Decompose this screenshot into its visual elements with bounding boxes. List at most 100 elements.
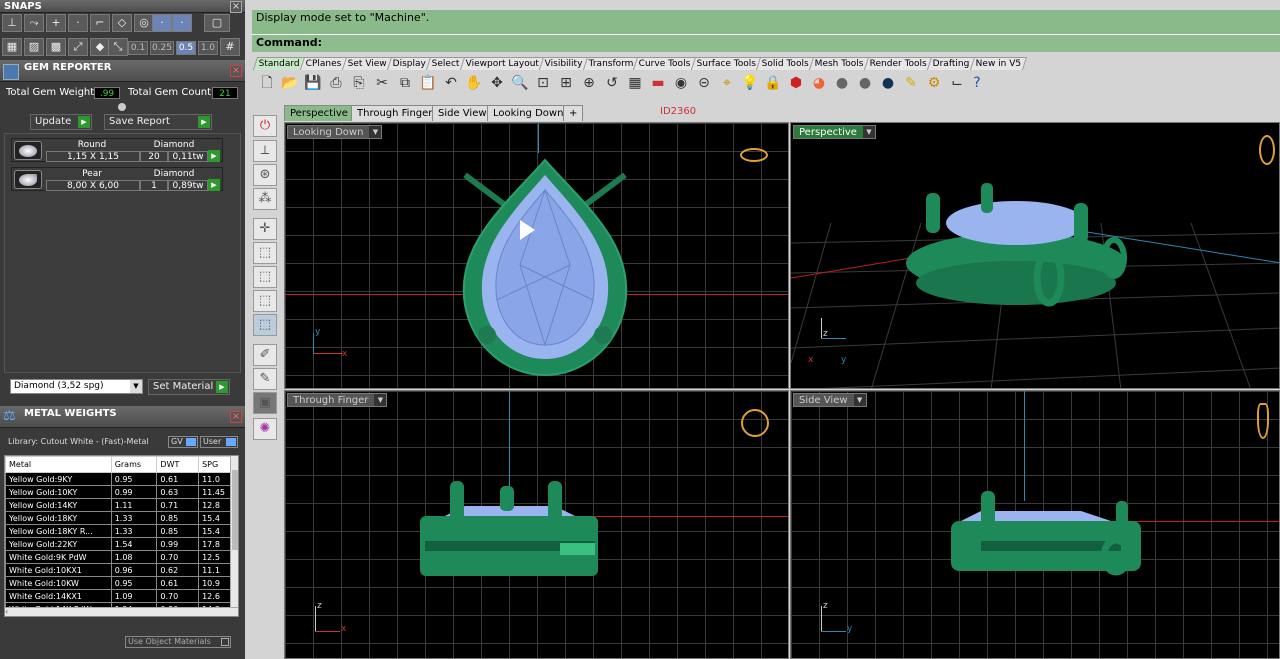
save-report-button[interactable]: Save Report ▶ bbox=[104, 114, 212, 130]
gear-tool-icon[interactable]: ✺ bbox=[253, 418, 277, 440]
cut-icon[interactable]: ✂ bbox=[372, 72, 392, 94]
snap-int-icon[interactable]: ◇ bbox=[112, 14, 132, 32]
toolbar-tab[interactable]: Curve Tools bbox=[633, 57, 698, 70]
snap-quad-icon[interactable]: · bbox=[172, 14, 192, 32]
viewport-through-finger[interactable]: z x Through Finger ▼ bbox=[284, 390, 789, 659]
material-icon[interactable]: ⬢ bbox=[786, 72, 806, 94]
column-header[interactable]: DWT bbox=[156, 456, 200, 473]
table-row[interactable]: White Gold:10KX1 0.96 0.62 11.1 bbox=[5, 563, 233, 577]
toolbar-tab[interactable]: Drafting bbox=[926, 57, 976, 70]
column-header[interactable]: SPG bbox=[198, 456, 233, 473]
toolbar-tab[interactable]: Viewport Layout bbox=[459, 57, 545, 70]
snap-point-icon[interactable]: + bbox=[46, 14, 66, 32]
grid-snap-icon[interactable]: ▩ bbox=[46, 38, 66, 56]
import-icon[interactable]: ⎘ bbox=[349, 72, 369, 94]
splitter-handle-icon[interactable] bbox=[118, 103, 126, 111]
paint-icon[interactable]: ✎ bbox=[253, 368, 277, 390]
snap-value-0.25[interactable]: 0.25 bbox=[150, 41, 174, 55]
light-tool-icon[interactable]: ✎ bbox=[901, 72, 921, 94]
toolbar-tab[interactable]: Set View bbox=[341, 57, 393, 70]
paste-icon[interactable]: 📋 bbox=[418, 72, 438, 94]
snap-value-1.0[interactable]: 1.0 bbox=[198, 41, 218, 55]
shaded-sphere-icon[interactable]: ● bbox=[855, 72, 875, 94]
rotate-view-icon[interactable]: ✥ bbox=[487, 72, 507, 94]
command-prompt[interactable]: Command: bbox=[252, 34, 1280, 52]
table-row[interactable]: White Gold:14KX1 1.09 0.70 12.6 bbox=[5, 589, 233, 603]
user-toggle[interactable]: User bbox=[200, 436, 238, 448]
table-vertical-scrollbar[interactable] bbox=[230, 456, 238, 616]
viewport-label-perspective[interactable]: Perspective ▼ bbox=[793, 125, 876, 139]
viewport-label-side-view[interactable]: Side View ▼ bbox=[793, 393, 867, 407]
viewport-tab[interactable]: Looking Down bbox=[487, 105, 570, 121]
gumball-icon[interactable]: ⤡ bbox=[108, 38, 128, 56]
render-sphere-icon[interactable]: ● bbox=[832, 72, 852, 94]
print-icon[interactable]: ⎙ bbox=[326, 72, 346, 94]
use-object-materials-checkbox[interactable]: Use Object Materials bbox=[125, 636, 231, 648]
help-icon[interactable]: ? bbox=[967, 72, 987, 94]
brush-icon[interactable]: ✐ bbox=[253, 344, 277, 366]
toolbar-tab[interactable]: Render Tools bbox=[863, 57, 934, 70]
viewport-side-view[interactable]: z y Side View ▼ bbox=[790, 390, 1280, 659]
cube-perspective-icon[interactable]: ⬚ bbox=[253, 314, 277, 336]
view-cube-icon[interactable] bbox=[740, 148, 768, 162]
pan-icon[interactable]: ✋ bbox=[464, 72, 484, 94]
rendered-sphere-icon[interactable]: ● bbox=[878, 72, 898, 94]
column-header[interactable]: Grams bbox=[110, 456, 158, 473]
zoom-window-icon[interactable]: ⊡ bbox=[533, 72, 553, 94]
snap-near-icon[interactable]: ⤳ bbox=[24, 14, 44, 32]
zoom-icon[interactable]: 🔍 bbox=[510, 72, 530, 94]
undo-view-icon[interactable]: ↺ bbox=[602, 72, 622, 94]
viewport-layout-icon[interactable]: ▦ bbox=[625, 72, 645, 94]
snap-cen-icon[interactable]: ⌐ bbox=[90, 14, 110, 32]
ortho-icon[interactable]: ▦ bbox=[2, 38, 22, 56]
viewport-label-looking-down[interactable]: Looking Down ▼ bbox=[287, 125, 383, 139]
set-material-button[interactable]: Set Material ▶ bbox=[148, 379, 230, 395]
cube-front-icon[interactable]: ⬚ bbox=[253, 242, 277, 264]
save-icon[interactable]: 💾 bbox=[303, 72, 323, 94]
snap-value-0.5[interactable]: 0.5 bbox=[176, 41, 196, 55]
cube-top-icon[interactable]: ⬚ bbox=[253, 290, 277, 312]
new-file-icon[interactable]: 🗋 bbox=[257, 72, 277, 94]
toolbar-tab[interactable]: Display bbox=[386, 57, 432, 70]
gem-reporter-close-button[interactable]: × bbox=[230, 65, 242, 77]
select-icon[interactable]: ⌖ bbox=[717, 72, 737, 94]
toolbar-tab[interactable]: Mesh Tools bbox=[809, 57, 871, 70]
snap-tan-icon[interactable]: · bbox=[152, 14, 172, 32]
toolbar-tab[interactable]: Visibility bbox=[538, 57, 589, 70]
axis-icon[interactable]: ⟂ bbox=[253, 140, 277, 162]
toolbar-tab[interactable]: Surface Tools bbox=[690, 57, 763, 70]
table-row[interactable]: Yellow Gold:18KY 1.33 0.85 15.4 bbox=[5, 511, 233, 525]
table-row[interactable]: White Gold:10KW 0.95 0.61 10.9 bbox=[5, 576, 233, 590]
exit-icon[interactable]: ⏻ bbox=[253, 115, 277, 137]
toolbar-tab[interactable]: Solid Tools bbox=[756, 57, 816, 70]
toolbar-tab[interactable]: Transform bbox=[582, 57, 640, 70]
snapshots-icon[interactable]: ⊝ bbox=[694, 72, 714, 94]
table-horizontal-scrollbar[interactable]: ‹ bbox=[5, 607, 238, 616]
grid-icon[interactable]: # bbox=[220, 38, 240, 56]
light-icon[interactable]: 💡 bbox=[740, 72, 760, 94]
viewport-tab[interactable]: Through Finger bbox=[351, 105, 439, 121]
update-button[interactable]: Update ▶ bbox=[30, 114, 92, 130]
cplane-icon[interactable]: ▬ bbox=[648, 72, 668, 94]
column-header[interactable]: Metal bbox=[5, 456, 112, 473]
gem-row-go-icon[interactable]: ▶ bbox=[208, 179, 220, 191]
snap-perp-icon[interactable]: ◎ bbox=[134, 14, 154, 32]
snap-window-icon[interactable]: ▢ bbox=[204, 14, 230, 32]
viewport-perspective[interactable]: z y x Perspective ▼ bbox=[790, 122, 1280, 389]
project-icon[interactable]: ⤢ bbox=[68, 38, 88, 56]
toolbar-tab[interactable]: New in V5 bbox=[969, 57, 1028, 70]
table-row[interactable]: Yellow Gold:9KY 0.95 0.61 11.0 bbox=[5, 472, 233, 486]
color-wheel-icon[interactable]: ◕ bbox=[809, 72, 829, 94]
viewport-label-through-finger[interactable]: Through Finger ▼ bbox=[287, 393, 388, 407]
gem-row-go-icon[interactable]: ▶ bbox=[208, 150, 220, 162]
snaps-close-button[interactable]: × bbox=[230, 1, 242, 13]
table-row[interactable]: Yellow Gold:22KY 1.54 0.99 17.8 bbox=[5, 537, 233, 551]
snap-value-0.1[interactable]: 0.1 bbox=[128, 41, 148, 55]
gem-row-pear[interactable]: Pear Diamond 8,00 X 6,00 1 0,89tw ▶ bbox=[11, 167, 223, 191]
view-cube-icon[interactable] bbox=[741, 409, 769, 437]
view-cube-icon[interactable] bbox=[1259, 135, 1275, 165]
display-icon[interactable]: ▣ bbox=[253, 392, 277, 414]
material-select[interactable]: Diamond (3,52 spg) ▼ bbox=[10, 379, 143, 394]
options-gear-icon[interactable]: ⚙ bbox=[924, 72, 944, 94]
planar-icon[interactable]: ▨ bbox=[24, 38, 44, 56]
